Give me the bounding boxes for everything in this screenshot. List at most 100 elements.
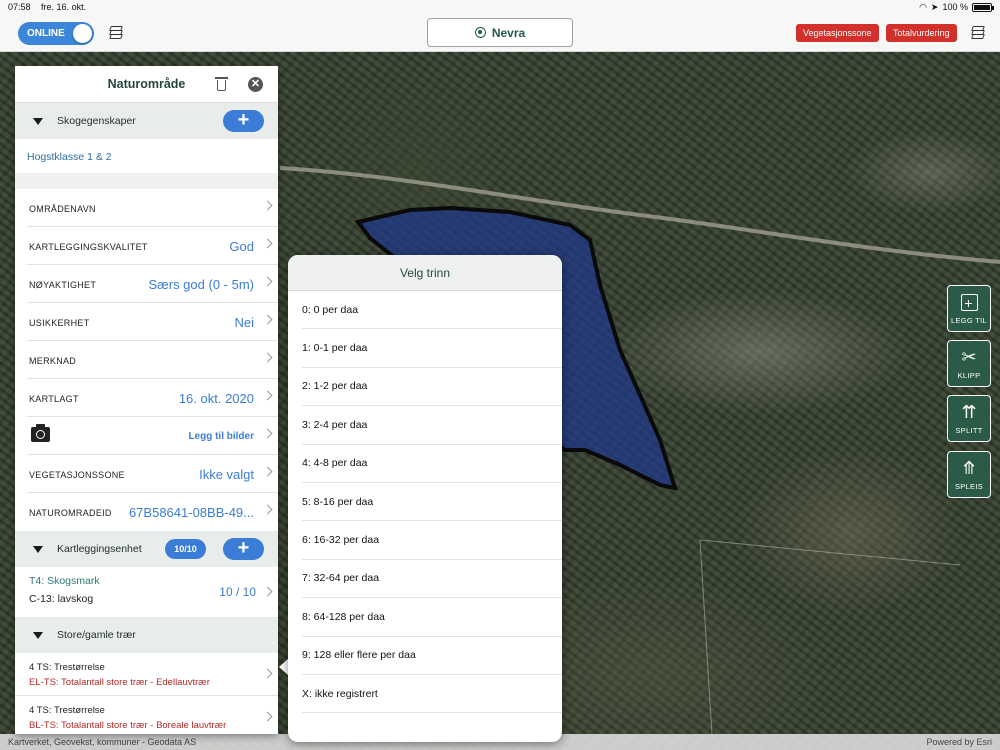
totalvurdering-button[interactable]: Totalvurdering: [886, 24, 957, 42]
row-label: USIKKERHET: [29, 318, 90, 328]
option-7[interactable]: 7: 32-64 per daa: [302, 560, 562, 599]
row-label: NØYAKTIGHET: [29, 280, 97, 290]
vegetasjonssone-button[interactable]: Vegetasjonssone: [796, 24, 879, 42]
property-boundary: [699, 539, 961, 736]
status-bar: 07:58 fre. 16. okt. ◠ ➤ 100 %: [0, 0, 1000, 14]
collapse-triangle-icon: [33, 632, 43, 639]
tree-line1: 4 TS: Trestørrelse: [29, 662, 105, 673]
chevron-right-icon: [262, 314, 273, 325]
scissors-icon: ✂: [961, 347, 977, 367]
chevron-right-icon: [262, 276, 273, 287]
chevron-right-icon: [262, 504, 273, 515]
row-label: NATUROMRADEID: [29, 508, 112, 518]
option-x[interactable]: X: ikke registrert: [302, 675, 562, 714]
tree-item[interactable]: 4 TS: Trestørrelse EL-TS: Totalantall st…: [15, 653, 278, 696]
option-5[interactable]: 5: 8-16 per daa: [302, 483, 562, 522]
row-label: OMRÅDENAVN: [29, 204, 96, 214]
target-icon: [474, 27, 486, 38]
status-date: fre. 16. okt.: [41, 2, 87, 12]
status-time: 07:58: [8, 2, 31, 12]
splitt-button[interactable]: ⇈ SPLITT: [947, 395, 991, 442]
layers-icon[interactable]: [970, 24, 988, 42]
row-bilder[interactable]: Legg til bilder: [27, 417, 278, 455]
row-usikkerhet[interactable]: USIKKERHET Nei: [27, 303, 278, 341]
panel-header: Naturområde ✕: [15, 66, 278, 103]
section-kartleggingsenhet[interactable]: Kartleggingsenhet 10/10 +: [15, 531, 278, 567]
option-2[interactable]: 2: 1-2 per daa: [302, 368, 562, 407]
row-kartleggingskvalitet[interactable]: KARTLEGGINGSKVALITET God: [27, 227, 278, 265]
add-shape-icon: [948, 291, 990, 314]
battery-icon: [972, 2, 994, 12]
row-value: Nei: [234, 315, 254, 330]
row-value: 67B58641-08BB-49...: [128, 505, 254, 520]
section-label: Store/gamle trær: [57, 629, 136, 641]
online-label: ONLINE: [27, 28, 65, 39]
option-1[interactable]: 1: 0-1 per daa: [302, 329, 562, 368]
row-omradenavn[interactable]: OMRÅDENAVN: [27, 189, 278, 227]
join-icon: ⤊: [961, 458, 977, 478]
trash-icon[interactable]: [215, 77, 228, 91]
tree-item[interactable]: 4 TS: Trestørrelse BL-TS: Totalantall st…: [15, 696, 278, 734]
hogstklasse-item[interactable]: Hogstklasse 1 & 2: [15, 139, 278, 173]
velg-trinn-popover: Velg trinn 0: 0 per daa 1: 0-1 per daa 2…: [288, 255, 562, 742]
row-value: Ikke valgt: [199, 467, 254, 482]
add-kartleggingsenhet-button[interactable]: +: [223, 538, 264, 560]
row-value: Særs god (0 - 5m): [148, 277, 254, 292]
naturomrade-panel: Naturområde ✕ Skogegenskaper + Hogstklas…: [15, 66, 278, 734]
wifi-icon: ◠: [919, 1, 927, 12]
row-vegetasjonssone[interactable]: VEGETASJONSSONE Ikke valgt: [27, 455, 278, 493]
tool-label: KLIPP: [957, 371, 981, 380]
chevron-right-icon: [262, 466, 273, 477]
option-0[interactable]: 0: 0 per daa: [302, 291, 562, 330]
legg-til-button[interactable]: LEGG TIL: [947, 285, 991, 332]
row-kartlagt[interactable]: KARTLAGT 16. okt. 2020: [27, 379, 278, 417]
tree-line1: 4 TS: Trestørrelse: [29, 705, 105, 716]
panel-title: Naturområde: [107, 77, 186, 91]
collapse-triangle-icon: [33, 118, 43, 125]
online-toggle[interactable]: ONLINE: [18, 22, 94, 45]
option-4[interactable]: 4: 4-8 per daa: [302, 445, 562, 483]
row-label: KARTLAGT: [29, 394, 79, 404]
tree-line2: BL-TS: Totalantall store trær - Boreale …: [29, 720, 227, 731]
row-label: MERKNAD: [29, 356, 77, 366]
row-naturomradeid[interactable]: NATUROMRADEID 67B58641-08BB-49...: [27, 493, 278, 531]
row-noyaktighet[interactable]: NØYAKTIGHET Særs god (0 - 5m): [27, 265, 278, 303]
collapse-triangle-icon: [33, 546, 43, 553]
nevra-label: Nevra: [491, 25, 526, 40]
tool-label: SPLITT: [955, 426, 983, 435]
camera-icon: [31, 424, 50, 442]
kartleggingsenhet-item[interactable]: T4: Skogsmark C-13: lavskog 10 / 10: [15, 567, 278, 617]
top-toolbar: ONLINE Nevra Vegetasjonssone Totalvurder…: [0, 14, 1000, 52]
chevron-right-icon: [262, 200, 273, 211]
section-label: Kartleggingsenhet: [57, 543, 142, 555]
option-8[interactable]: 8: 64-128 per daa: [302, 598, 562, 637]
option-3[interactable]: 3: 2-4 per daa: [302, 406, 562, 445]
row-value: God: [229, 239, 254, 254]
row-merknad[interactable]: MERKNAD: [27, 341, 278, 379]
unit-fraction: 10 / 10: [219, 585, 256, 599]
nevra-button[interactable]: Nevra: [427, 18, 573, 47]
tree-line2: EL-TS: Totalantall store trær - Edellauv…: [29, 677, 210, 688]
spleis-button[interactable]: ⤊ SPLEIS: [947, 451, 991, 498]
layers-settings-icon[interactable]: [108, 24, 126, 42]
close-icon[interactable]: ✕: [248, 77, 263, 92]
chevron-right-icon: [262, 390, 273, 401]
chevron-right-icon: [262, 428, 273, 439]
tool-label: LEGG TIL: [950, 316, 988, 325]
section-store-gamle-traer[interactable]: Store/gamle trær: [15, 617, 278, 653]
divider: [15, 173, 278, 189]
section-skogegenskaper[interactable]: Skogegenskaper +: [15, 103, 278, 139]
klipp-button[interactable]: ✂ KLIPP: [947, 340, 991, 387]
add-images-link[interactable]: Legg til bilder: [188, 431, 254, 442]
option-6[interactable]: 6: 16-32 per daa: [302, 521, 562, 560]
row-label: KARTLEGGINGSKVALITET: [29, 242, 148, 252]
chevron-right-icon: [262, 352, 273, 363]
attribution-right: Powered by Esri: [926, 737, 992, 747]
option-9[interactable]: 9: 128 eller flere per daa: [302, 637, 562, 675]
tool-label: SPLEIS: [954, 482, 984, 491]
add-skogegenskap-button[interactable]: +: [223, 110, 264, 132]
split-icon: ⇈: [961, 402, 977, 422]
chevron-right-icon: [262, 238, 273, 249]
attribution-left: Kartverket, Geovekst, kommuner - Geodata…: [8, 737, 197, 747]
toggle-knob: [73, 24, 92, 43]
